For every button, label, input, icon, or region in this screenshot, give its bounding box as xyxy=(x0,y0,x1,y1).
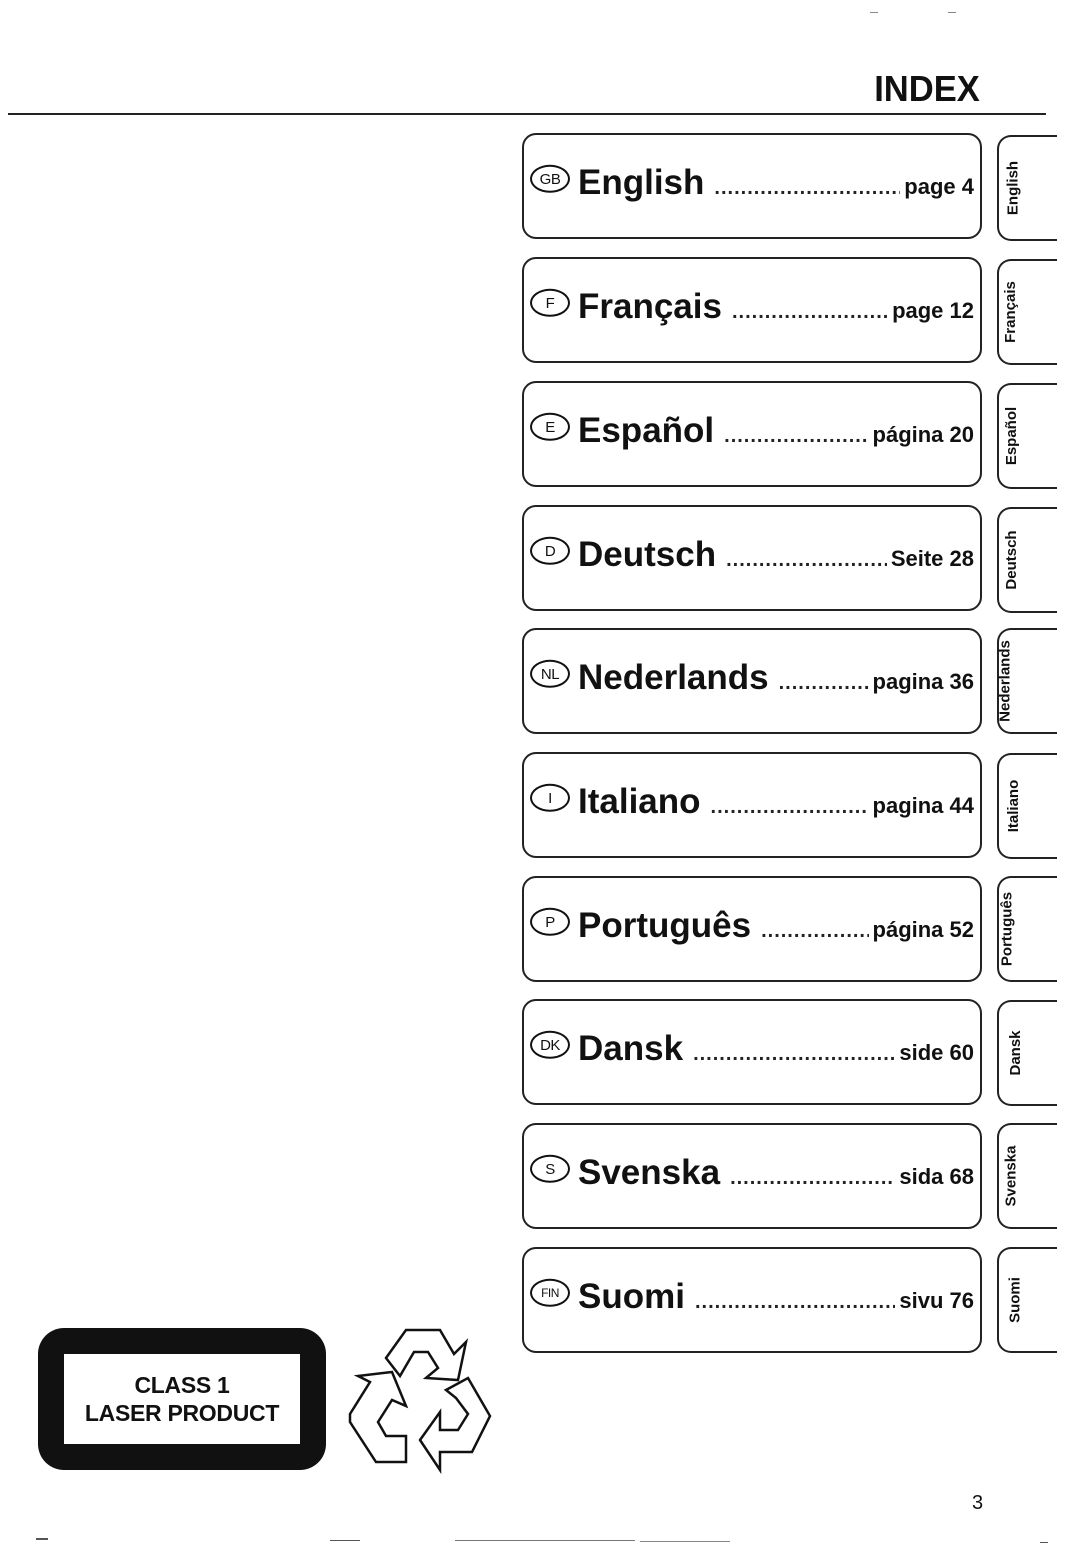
page-reference: sida 68 xyxy=(899,1163,974,1189)
page-reference: pagina 36 xyxy=(872,668,974,694)
country-code-badge: S xyxy=(530,1154,570,1183)
tab-label: Deutsch xyxy=(1002,530,1020,590)
page-reference: pagina 44 xyxy=(872,792,974,818)
language-name: Suomi xyxy=(578,1276,685,1316)
country-code-badge: P xyxy=(530,907,570,936)
index-entry-espanol[interactable]: E Español página 20 xyxy=(522,381,982,487)
dot-leader xyxy=(730,1167,895,1190)
index-entry-suomi[interactable]: FIN Suomi sivu 76 xyxy=(522,1247,982,1353)
tab-nederlands[interactable]: Nederlands xyxy=(997,628,1057,734)
scan-artifact xyxy=(36,1538,48,1540)
dot-leader xyxy=(714,177,900,200)
dot-leader xyxy=(695,1291,895,1314)
tab-suomi[interactable]: Suomi xyxy=(997,1247,1057,1353)
tab-espanol[interactable]: Español xyxy=(997,383,1057,489)
index-entry-deutsch[interactable]: D Deutsch Seite 28 xyxy=(522,505,982,611)
scan-artifact xyxy=(870,12,878,13)
dot-leader xyxy=(726,549,887,572)
country-code-badge: E xyxy=(530,412,570,441)
dot-leader xyxy=(779,672,869,695)
country-code-badge: F xyxy=(530,288,570,317)
index-entry-italiano[interactable]: I Italiano pagina 44 xyxy=(522,752,982,858)
page-reference: página 52 xyxy=(872,916,974,942)
page-reference: página 20 xyxy=(872,421,974,447)
country-code-badge: I xyxy=(530,783,570,812)
page-reference: page 4 xyxy=(904,173,974,199)
class1-laser-label: CLASS 1 LASER PRODUCT xyxy=(38,1328,326,1470)
scan-artifact xyxy=(455,1540,635,1541)
country-code-badge: DK xyxy=(530,1030,570,1059)
laser-label-panel: CLASS 1 LASER PRODUCT xyxy=(64,1354,300,1444)
language-name: Dansk xyxy=(578,1028,684,1068)
tab-deutsch[interactable]: Deutsch xyxy=(997,507,1057,613)
language-name: Deutsch xyxy=(578,534,717,574)
tab-label: Português xyxy=(998,891,1016,967)
page-reference: sivu 76 xyxy=(899,1287,974,1313)
tab-label: Español xyxy=(1003,406,1021,466)
tab-portugues[interactable]: Português xyxy=(997,876,1057,982)
language-name: Svenska xyxy=(578,1152,721,1192)
recycle-icon xyxy=(348,1328,492,1475)
tab-label: Nederlands xyxy=(996,640,1014,722)
tab-english[interactable]: English xyxy=(997,135,1057,241)
index-entry-dansk[interactable]: DK Dansk side 60 xyxy=(522,999,982,1105)
page-reference: Seite 28 xyxy=(890,545,974,571)
index-entry-nederlands[interactable]: NL Nederlands pagina 36 xyxy=(522,628,982,734)
language-name: English xyxy=(578,162,705,202)
header-divider xyxy=(8,113,1046,115)
language-name: Português xyxy=(578,905,752,945)
dot-leader xyxy=(732,301,888,324)
index-entry-portugues[interactable]: P Português página 52 xyxy=(522,876,982,982)
tab-dansk[interactable]: Dansk xyxy=(997,1000,1057,1106)
page-number: 3 xyxy=(972,1492,984,1514)
page-title: INDEX xyxy=(874,68,980,109)
dot-leader xyxy=(693,1043,895,1066)
language-name: Français xyxy=(578,286,722,326)
index-entry-svenska[interactable]: S Svenska sida 68 xyxy=(522,1123,982,1229)
tab-label: Suomi xyxy=(1006,1277,1024,1323)
scan-artifact xyxy=(330,1540,360,1541)
index-entry-english[interactable]: GB English page 4 xyxy=(522,133,982,239)
tab-label: Français xyxy=(1002,281,1020,343)
language-name: Español xyxy=(578,410,715,450)
tab-label: Dansk xyxy=(1006,1030,1024,1076)
dot-leader xyxy=(711,796,869,819)
tab-label: Svenska xyxy=(1002,1145,1020,1207)
page-reference: page 12 xyxy=(892,297,974,323)
page-reference: side 60 xyxy=(899,1039,974,1065)
tab-label: Italiano xyxy=(1004,779,1022,833)
country-code-badge: D xyxy=(530,536,570,565)
laser-product-text: LASER PRODUCT xyxy=(84,1400,280,1426)
scan-artifact xyxy=(640,1541,730,1542)
country-code-badge: FIN xyxy=(530,1278,570,1307)
language-name: Italiano xyxy=(578,781,701,821)
scan-artifact xyxy=(948,12,956,13)
index-entry-francais[interactable]: F Français page 12 xyxy=(522,257,982,363)
language-name: Nederlands xyxy=(578,657,769,697)
tab-italiano[interactable]: Italiano xyxy=(997,753,1057,859)
country-code-badge: GB xyxy=(530,164,570,193)
tab-label: English xyxy=(1004,160,1022,216)
scan-artifact xyxy=(1040,1542,1048,1543)
laser-class-text: CLASS 1 xyxy=(134,1372,230,1398)
dot-leader xyxy=(761,920,868,943)
tab-francais[interactable]: Français xyxy=(997,259,1057,365)
country-code-badge: NL xyxy=(530,659,570,688)
dot-leader xyxy=(724,425,868,448)
tab-svenska[interactable]: Svenska xyxy=(997,1123,1057,1229)
